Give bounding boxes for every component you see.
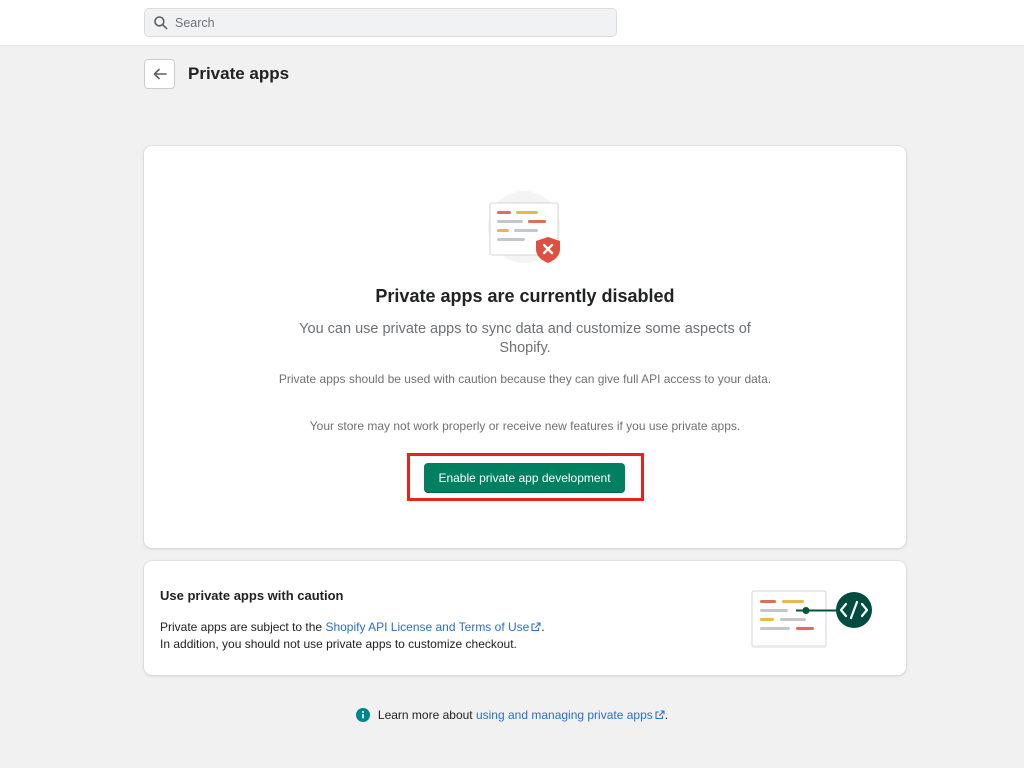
caution-line-1-suffix: . [541,620,545,634]
empty-state-caution-text: Private apps should be used with caution… [278,372,772,386]
enable-private-app-development-button[interactable]: Enable private app development [424,463,625,493]
arrow-left-icon [153,68,167,80]
caution-card-title: Use private apps with caution [160,588,344,603]
search-input[interactable] [175,15,595,30]
caution-card-body: Private apps are subject to the Shopify … [160,619,720,653]
top-bar [0,0,1024,46]
footer-help-suffix: . [664,708,669,722]
external-link-icon [531,622,541,632]
page-title: Private apps [188,64,290,83]
api-license-terms-link[interactable]: Shopify API License and Terms of Use [325,620,541,634]
empty-state-description: You can use private apps to sync data an… [299,321,751,356]
external-link-icon [655,710,665,720]
caution-card: Use private apps with caution Private ap… [144,561,906,675]
info-icon [355,708,370,722]
api-license-terms-link-label: Shopify API License and Terms of Use [325,620,530,634]
using-managing-private-apps-link[interactable]: using and managing private apps [476,708,665,722]
search-bar[interactable] [144,8,617,37]
footer-help: Learn more about using and managing priv… [0,708,1024,722]
empty-state-warning-text: Your store may not work properly or rece… [309,419,741,433]
empty-state-card: Private apps are currently disabled You … [144,146,906,548]
using-managing-private-apps-link-label: using and managing private apps [475,708,653,722]
back-button[interactable] [144,59,175,89]
code-document-illustration [751,590,872,648]
footer-help-prefix: Learn more about [377,708,473,722]
caution-line-2: In addition, you should not use private … [160,637,517,651]
caution-line-1: Private apps are subject to the Shopify … [160,619,720,636]
disabled-document-illustration [488,191,560,263]
search-icon [154,15,168,29]
caution-line-1-prefix: Private apps are subject to the [160,620,326,634]
empty-state-heading: Private apps are currently disabled [375,286,675,306]
